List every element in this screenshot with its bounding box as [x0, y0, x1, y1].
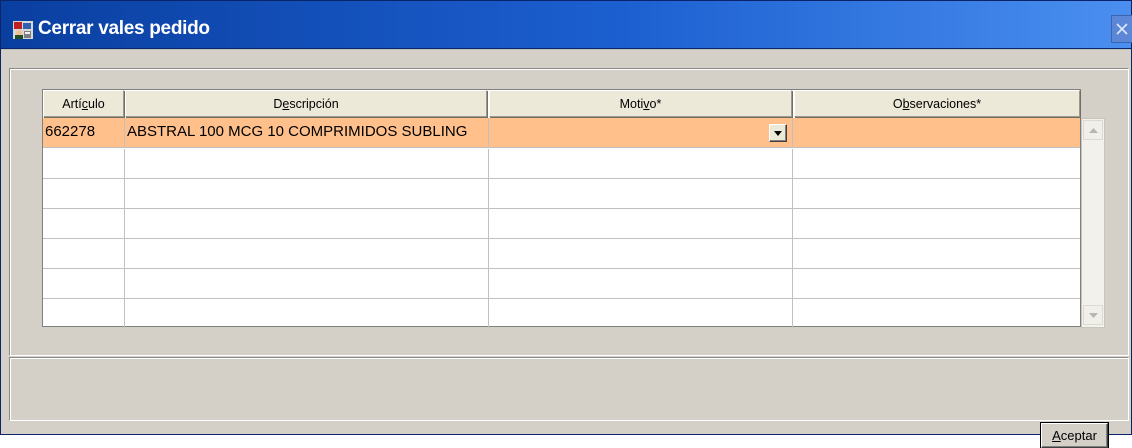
table-row[interactable]	[43, 299, 1080, 329]
header-mnemonic: e	[282, 96, 290, 111]
items-grid: Artí c ulo De scripción Moti v o* Ob servacion…	[42, 89, 1081, 329]
cell-motivo[interactable]	[489, 239, 793, 268]
cell-descripcion[interactable]: ABSTRAL 100 MCG 10 COMPRIMIDOS SUBLING	[125, 118, 489, 147]
cell-articulo[interactable]	[43, 269, 125, 298]
header-text: Artí	[62, 96, 82, 111]
cell-articulo[interactable]	[43, 179, 125, 208]
column-header-motivo[interactable]: Moti v o*	[489, 90, 792, 117]
dialog-window: Cerrar vales pedido Aceptar Artí c ulo Des…	[0, 0, 1132, 448]
cell-observaciones[interactable]	[793, 269, 1080, 298]
cell-descripcion[interactable]	[125, 209, 489, 238]
cell-articulo[interactable]	[43, 209, 125, 238]
cell-observaciones[interactable]	[793, 239, 1080, 268]
header-text: servaciones*	[909, 96, 982, 111]
table-row[interactable]	[43, 239, 1080, 269]
cell-descripcion[interactable]	[125, 239, 489, 268]
grid-vertical-scrollbar[interactable]	[1081, 118, 1105, 328]
cell-observaciones[interactable]	[793, 299, 1080, 328]
database-user-icon	[13, 21, 33, 39]
table-row[interactable]	[43, 209, 1080, 239]
accept-button-label: ceptar	[1060, 428, 1097, 443]
cell-motivo[interactable]	[489, 269, 793, 298]
table-row[interactable]	[43, 269, 1080, 299]
arrow-down-icon	[1088, 312, 1098, 318]
arrow-up-icon	[1088, 127, 1098, 133]
header-text: o*	[649, 96, 662, 111]
table-row[interactable]	[43, 149, 1080, 179]
header-text: Moti	[619, 96, 644, 111]
cell-observaciones[interactable]	[793, 118, 1080, 147]
cell-observaciones[interactable]	[793, 209, 1080, 238]
cell-motivo[interactable]	[489, 149, 793, 178]
cell-descripcion[interactable]	[125, 269, 489, 298]
accept-button[interactable]: Aceptar	[1040, 422, 1109, 448]
header-mnemonic: b	[902, 96, 910, 111]
cell-observaciones[interactable]	[793, 149, 1080, 178]
cell-motivo[interactable]	[489, 179, 793, 208]
scroll-down-button[interactable]	[1083, 305, 1103, 325]
close-icon	[1116, 23, 1128, 35]
close-button[interactable]	[1111, 15, 1132, 43]
cell-articulo[interactable]	[43, 299, 125, 328]
button-group-panel	[9, 357, 1129, 421]
scroll-up-button[interactable]	[1083, 120, 1103, 140]
column-header-descripcion[interactable]: De scripción	[125, 90, 487, 117]
cell-descripcion[interactable]	[125, 179, 489, 208]
window-title: Cerrar vales pedido	[38, 18, 210, 39]
cell-descripcion[interactable]	[125, 299, 489, 328]
column-header-observaciones[interactable]: Ob servaciones*	[794, 90, 1080, 117]
cell-articulo[interactable]	[43, 149, 125, 178]
header-text: O	[892, 96, 903, 111]
column-header-articulo[interactable]: Artí c ulo	[43, 90, 124, 117]
accept-button-mnemonic: A	[1052, 428, 1061, 443]
cell-descripcion[interactable]	[125, 149, 489, 178]
cell-motivo[interactable]	[489, 209, 793, 238]
cell-observaciones[interactable]	[793, 179, 1080, 208]
table-row[interactable]: 662278 ABSTRAL 100 MCG 10 COMPRIMIDOS SU…	[43, 118, 1080, 148]
table-row[interactable]	[43, 179, 1080, 209]
motivo-dropdown-button[interactable]	[769, 124, 787, 142]
title-bar[interactable]: Cerrar vales pedido	[1, 1, 1132, 49]
cell-motivo[interactable]	[489, 299, 793, 328]
header-text: D	[273, 96, 283, 111]
chevron-down-icon	[774, 130, 782, 136]
cell-articulo[interactable]: 662278	[43, 118, 125, 147]
header-text: scripción	[289, 96, 339, 111]
cell-articulo[interactable]	[43, 239, 125, 268]
cell-motivo[interactable]	[489, 118, 793, 147]
header-text: ulo	[88, 96, 105, 111]
